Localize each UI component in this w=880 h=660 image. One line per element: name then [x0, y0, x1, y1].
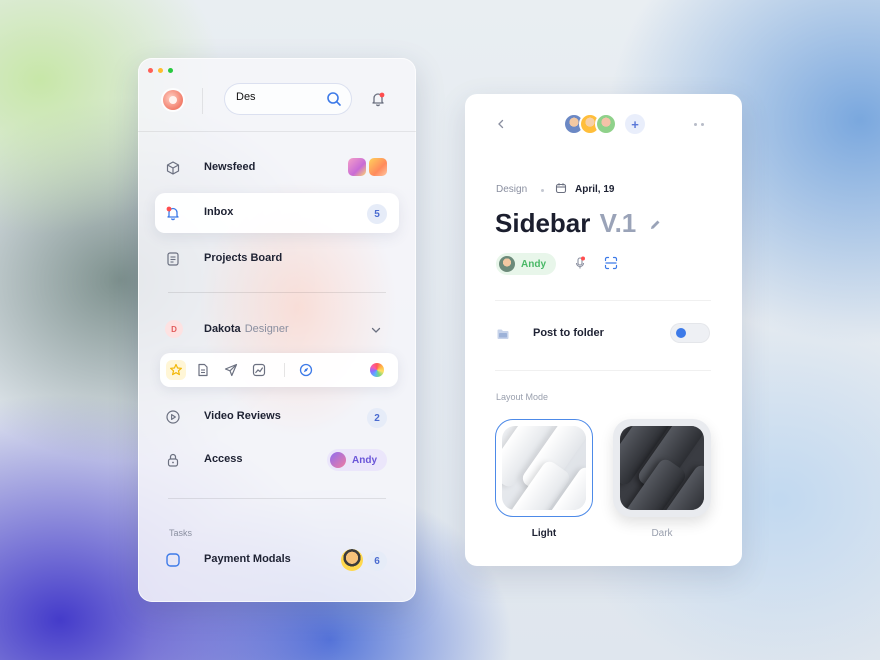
layout-mode-dark-label: Dark: [651, 528, 673, 539]
toggle-knob: [676, 328, 686, 338]
user-toolbar: [160, 353, 398, 387]
scan-icon[interactable]: [604, 256, 618, 270]
thumbnail-image[interactable]: [348, 158, 366, 176]
avatar: [330, 452, 346, 468]
compass-icon: [299, 363, 313, 377]
layout-mode-light-option[interactable]: [495, 419, 593, 517]
lock-icon: [167, 453, 179, 467]
assignee-name: Andy: [352, 454, 377, 466]
video-reviews-count-badge: 2: [367, 408, 387, 428]
calendar-icon: [555, 183, 567, 194]
layout-mode-dark-option[interactable]: [613, 419, 711, 517]
post-to-folder-toggle[interactable]: [670, 323, 710, 343]
version-label: V.1: [599, 208, 637, 238]
nav-item-video-reviews[interactable]: Video Reviews 2: [155, 397, 399, 437]
analytics-button[interactable]: [249, 360, 269, 380]
toolbar-divider: [284, 363, 285, 377]
layout-mode-light-label: Light: [531, 528, 557, 539]
thumbnail-image[interactable]: [369, 158, 387, 176]
avatar: D: [165, 320, 183, 338]
nav-label-projects-board: Projects Board: [204, 252, 283, 264]
avatar: [341, 549, 363, 571]
user-switcher[interactable]: Dakota Designer: [155, 310, 399, 350]
nav-label-video-reviews: Video Reviews: [204, 410, 281, 422]
topbar-separator: [138, 131, 416, 132]
light-mode-preview: [502, 426, 586, 510]
mic-icon[interactable]: [573, 256, 587, 270]
avatar: [499, 256, 515, 272]
assignee-chip[interactable]: Andy: [496, 253, 556, 275]
add-collaborator-button[interactable]: +: [625, 114, 645, 134]
nav-item-inbox[interactable]: Inbox 5: [155, 193, 399, 233]
dark-mode-preview: [620, 426, 704, 510]
user-name: Dakota Designer: [204, 323, 289, 335]
layout-mode-label: Layout Mode: [496, 392, 549, 402]
assignee-name: Andy: [521, 258, 546, 270]
play-icon: [166, 410, 180, 424]
sidebar-topbar: [138, 82, 416, 132]
task-item-payment-modals[interactable]: Payment Modals 6: [155, 540, 399, 580]
document-icon: [198, 363, 208, 377]
explore-button[interactable]: [296, 360, 316, 380]
inbox-count-badge: 5: [367, 204, 387, 224]
cube-icon: [166, 161, 180, 175]
more-options-icon[interactable]: [694, 123, 704, 126]
favorites-button[interactable]: [166, 360, 186, 380]
newsfeed-thumbnails: [348, 158, 387, 176]
window-controls: [148, 68, 173, 73]
search-icon[interactable]: [326, 91, 342, 107]
nav-item-access[interactable]: Access Andy: [155, 440, 399, 480]
send-icon: [224, 363, 238, 377]
tasks-section-label: Tasks: [169, 528, 193, 538]
section-divider: [168, 292, 386, 293]
section-divider: [495, 370, 711, 371]
document-icon: [167, 252, 179, 266]
close-window-button[interactable]: [148, 68, 153, 73]
page-title: Sidebar V.1: [495, 208, 637, 238]
nav-label-newsfeed: Newsfeed: [204, 161, 256, 173]
chevron-down-icon[interactable]: [370, 324, 382, 336]
post-to-folder-label: Post to folder: [533, 327, 604, 339]
documents-button[interactable]: [193, 360, 213, 380]
meta-separator: [541, 189, 544, 192]
task-count-badge: 6: [367, 551, 387, 571]
nav-label-access: Access: [204, 453, 243, 465]
avatar[interactable]: [595, 113, 617, 135]
chart-icon: [252, 363, 266, 377]
collaborator-avatars: [563, 113, 617, 135]
bell-icon: [166, 206, 179, 221]
task-label-payment-modals: Payment Modals: [204, 553, 291, 565]
search-input[interactable]: [236, 91, 320, 103]
back-icon[interactable]: [495, 118, 507, 130]
assignee-chip[interactable]: Andy: [327, 449, 387, 471]
pencil-icon[interactable]: [648, 218, 662, 232]
section-divider: [168, 498, 386, 499]
user-role: Designer: [244, 323, 289, 335]
due-date: April, 19: [575, 184, 615, 195]
section-divider: [495, 300, 711, 301]
category-label: Design: [496, 184, 528, 195]
minimize-window-button[interactable]: [158, 68, 163, 73]
nav-label-inbox: Inbox: [204, 206, 234, 218]
checkbox-icon[interactable]: [165, 552, 181, 568]
sidebar-panel: Newsfeed Inbox 5 Projects Board DakotaDe…: [138, 58, 416, 602]
topbar-divider: [202, 88, 203, 114]
bell-icon[interactable]: [369, 90, 387, 108]
star-icon: [170, 363, 182, 376]
detail-panel: + Design April, 19 Sidebar V.1 Andy Post…: [465, 94, 742, 566]
maximize-window-button[interactable]: [168, 68, 173, 73]
color-wheel-icon[interactable]: [370, 363, 384, 377]
search-box[interactable]: [224, 83, 352, 115]
nav-item-projects-board[interactable]: Projects Board: [155, 239, 399, 279]
logo-icon[interactable]: [163, 90, 183, 110]
send-button[interactable]: [221, 360, 241, 380]
nav-item-newsfeed[interactable]: Newsfeed: [155, 148, 399, 188]
folder-icon: [497, 329, 509, 339]
